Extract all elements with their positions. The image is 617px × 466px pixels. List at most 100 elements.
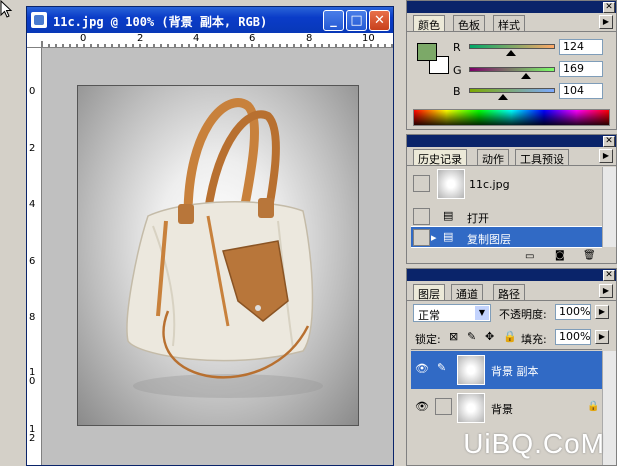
red-slider-thumb[interactable] (506, 50, 516, 56)
document-icon: ▤ (443, 209, 454, 222)
fill-label: 填充: (521, 333, 547, 346)
mouse-cursor-icon (0, 0, 13, 18)
tab-paths[interactable]: 路径 (493, 284, 525, 301)
blue-slider[interactable] (469, 88, 555, 93)
fill-input[interactable]: 100% (555, 329, 591, 345)
layer-link-box[interactable] (435, 398, 452, 415)
blue-slider-thumb[interactable] (498, 94, 508, 100)
tab-styles[interactable]: 样式 (493, 15, 525, 32)
close-button[interactable]: ✕ (369, 10, 390, 31)
tab-tool-presets[interactable]: 工具预设 (515, 149, 569, 166)
canvas-area[interactable] (42, 48, 393, 465)
opacity-input[interactable]: 100% (555, 304, 591, 320)
panel-title-bar[interactable] (407, 269, 616, 281)
tab-divider (407, 31, 616, 32)
blend-mode-value: 正常 (418, 309, 440, 322)
brush-icon: ✎ (437, 361, 447, 374)
green-value-input[interactable]: 169 (559, 61, 603, 77)
vertical-ruler[interactable]: 0 2 4 6 8 1 0 1 2 (27, 48, 42, 465)
layers-divider (411, 349, 602, 350)
panel-title-bar[interactable] (407, 135, 616, 147)
lock-label: 锁定: (415, 333, 441, 346)
ruler-label: 10 (362, 33, 375, 44)
layer-thumbnail (457, 393, 485, 423)
minimize-button[interactable]: _ (323, 10, 344, 31)
foreground-color-swatch[interactable] (417, 43, 437, 61)
handbag-image[interactable] (77, 85, 359, 426)
ruler-label: 2 (137, 33, 144, 44)
visibility-eye-icon[interactable]: 👁 (415, 400, 429, 413)
snapshot-thumbnail (437, 169, 465, 199)
panel-menu-icon[interactable]: ▶ (599, 15, 613, 29)
blend-mode-select[interactable]: 正常 ▼ (413, 304, 491, 322)
panel-title-bar[interactable] (407, 1, 616, 13)
handbag-illustration (126, 98, 323, 398)
history-scrollbar[interactable] (602, 167, 616, 247)
green-slider[interactable] (469, 67, 555, 72)
tab-color[interactable]: 颜色 (413, 15, 445, 32)
history-panel[interactable]: ✕ 历史记录 动作 工具预设 ▶ 11c.jpg ▤ 打开 ▸ ▤ 复制图层 ▭… (406, 134, 617, 264)
lock-position-icon[interactable]: ✥ (485, 330, 494, 343)
chevron-down-icon[interactable]: ▼ (475, 306, 489, 320)
lock-pixels-icon[interactable]: ✎ (467, 330, 476, 343)
lock-transparency-icon[interactable]: ⊠ (449, 330, 458, 343)
tab-history[interactable]: 历史记录 (413, 149, 467, 166)
ruler-label: 1 0 (29, 367, 36, 387)
tab-swatches[interactable]: 色板 (453, 15, 485, 32)
layer-row[interactable]: 👁 ✎ 背景 副本 (411, 351, 602, 389)
layer-row[interactable]: 👁 背景 🔒 (411, 389, 602, 427)
panel-menu-icon[interactable]: ▶ (599, 284, 613, 298)
current-state-marker-icon: ▸ (431, 231, 437, 244)
tab-actions[interactable]: 动作 (477, 149, 509, 166)
channel-label-g: G (453, 64, 462, 77)
panel-close-icon[interactable]: ✕ (603, 270, 615, 281)
green-slider-thumb[interactable] (521, 73, 531, 79)
layer-name: 背景 副本 (491, 365, 539, 378)
history-snapshot[interactable]: 11c.jpg (411, 167, 602, 201)
lock-icon: 🔒 (587, 401, 600, 412)
panel-close-icon[interactable]: ✕ (603, 2, 615, 13)
color-ramp[interactable] (413, 109, 610, 126)
visibility-eye-icon[interactable]: 👁 (415, 362, 429, 375)
fill-slider-arrow-icon[interactable]: ▶ (595, 330, 609, 344)
ruler-label: 0 (80, 33, 87, 44)
opacity-slider-arrow-icon[interactable]: ▶ (595, 305, 609, 319)
trash-icon[interactable]: 🗑 (583, 250, 596, 261)
panel-close-icon[interactable]: ✕ (603, 136, 615, 147)
opacity-label: 不透明度: (499, 308, 547, 321)
history-item[interactable]: ▸ ▤ 复制图层 (411, 227, 602, 248)
history-source-box[interactable] (413, 229, 430, 246)
channel-label-r: R (453, 41, 461, 54)
ruler-label: 8 (306, 33, 313, 44)
snapshot-brush-icon[interactable] (413, 175, 430, 192)
document-window[interactable]: 11c.jpg @ 100% (背景 副本, RGB) _ □ ✕ 0 2 4 … (26, 6, 394, 466)
panel-menu-icon[interactable]: ▶ (599, 149, 613, 163)
tab-channels[interactable]: 通道 (451, 284, 483, 301)
history-item-label: 打开 (467, 212, 489, 225)
document-title: 11c.jpg @ 100% (背景 副本, RGB) (53, 15, 268, 29)
tab-divider (407, 165, 616, 166)
red-slider[interactable] (469, 44, 555, 49)
horizontal-ruler[interactable]: 0 2 4 6 8 10 (27, 33, 393, 48)
layer-thumbnail (457, 355, 485, 385)
history-item-label: 复制图层 (467, 233, 511, 246)
photoshop-icon (31, 12, 47, 28)
ruler-label: 4 (29, 199, 36, 210)
red-value-input[interactable]: 124 (559, 39, 603, 55)
color-panel[interactable]: ✕ 颜色 色板 样式 ▶ R 124 G 169 B 104 (406, 0, 617, 130)
snapshot-camera-icon[interactable]: ◙ (555, 250, 565, 261)
ruler-label: 2 (29, 143, 36, 154)
ruler-label: 6 (249, 33, 256, 44)
tab-divider (407, 300, 616, 301)
ruler-label: 6 (29, 256, 36, 267)
ruler-label: 8 (29, 312, 36, 323)
new-document-icon[interactable]: ▭ (525, 251, 534, 262)
history-item[interactable]: ▤ 打开 (411, 206, 602, 227)
maximize-button[interactable]: □ (346, 10, 367, 31)
lock-all-icon[interactable]: 🔒 (503, 330, 517, 343)
document-title-bar[interactable]: 11c.jpg @ 100% (背景 副本, RGB) _ □ ✕ (27, 7, 393, 33)
blue-value-input[interactable]: 104 (559, 83, 603, 99)
tab-layers[interactable]: 图层 (413, 284, 445, 301)
history-source-box[interactable] (413, 208, 430, 225)
watermark: UiBQ.CoM (463, 428, 605, 459)
